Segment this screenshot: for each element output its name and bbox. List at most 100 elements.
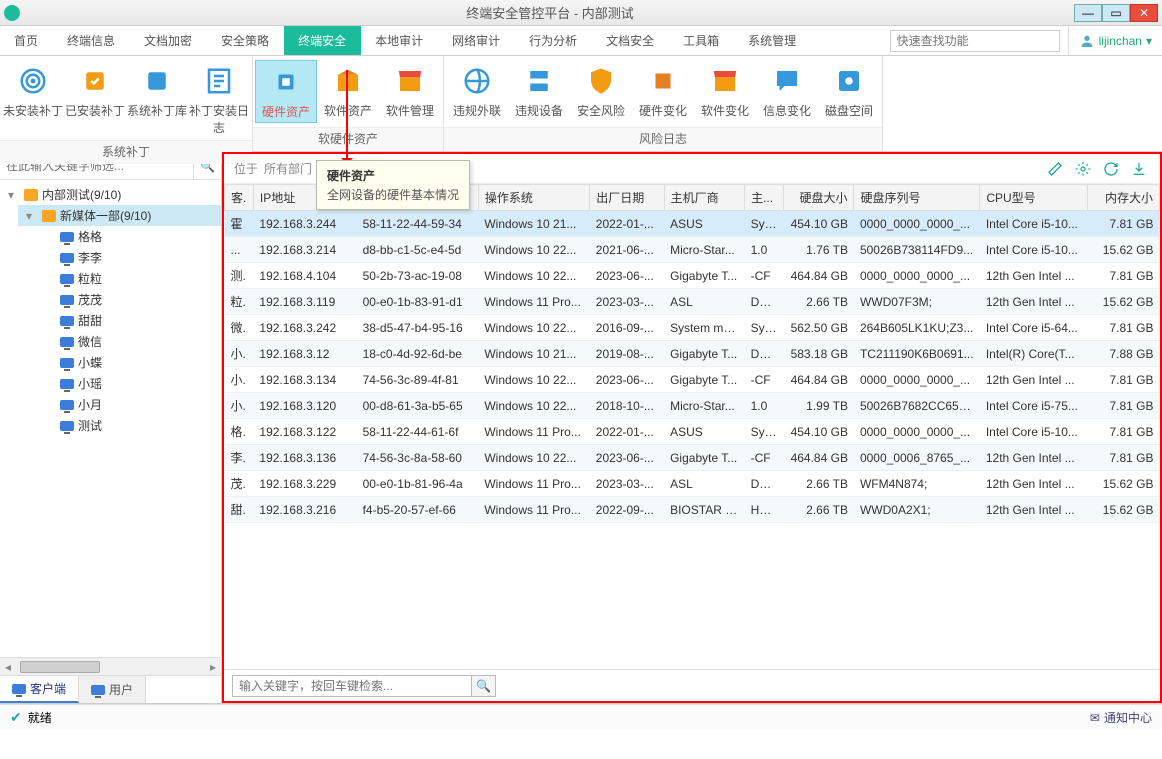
table-row[interactable]: 格.192.168.3.12258-11-22-44-61-6fWindows … — [225, 419, 1160, 445]
cell-os: Windows 10 22... — [478, 393, 589, 419]
minimize-button[interactable]: — — [1074, 4, 1102, 22]
ribbon-chip[interactable]: 系统补丁库 — [126, 60, 188, 136]
tree-leaf[interactable]: 李李 — [36, 247, 221, 268]
ribbon-label: 安全风险 — [577, 102, 625, 119]
ribbon-server-warn[interactable]: 违规设备 — [508, 60, 570, 123]
ribbon-bubble-warn[interactable]: 信息变化 — [756, 60, 818, 123]
data-table-wrap[interactable]: 客.IP地址MAC地址操作系统出厂日期主机厂商主...硬盘大小硬盘序列号CPU型… — [224, 184, 1160, 669]
table-row[interactable]: 小.192.168.3.1218-c0-4d-92-6d-beWindows 1… — [225, 341, 1160, 367]
col-header[interactable]: 主... — [745, 185, 784, 211]
tree-leaf[interactable]: 小瑶 — [36, 373, 221, 394]
refresh-button[interactable] — [1100, 158, 1122, 180]
table-row[interactable]: 测.192.168.4.10450-2b-73-ac-19-08Windows … — [225, 263, 1160, 289]
tree-leaf[interactable]: 茂茂 — [36, 289, 221, 310]
col-header[interactable]: 硬盘序列号 — [854, 185, 980, 211]
export-button[interactable] — [1128, 158, 1150, 180]
cell-os: Windows 10 22... — [478, 445, 589, 471]
tree-root[interactable]: ▾ 内部测试(9/10) — [0, 184, 221, 205]
table-row[interactable]: 李.192.168.3.13674-56-3c-8a-58-60Windows … — [225, 445, 1160, 471]
cell-os: Windows 11 Pro... — [478, 497, 589, 523]
table-row[interactable]: 小.192.168.3.12000-d8-61-3a-b5-65Windows … — [225, 393, 1160, 419]
cell-n: 李. — [225, 445, 254, 471]
ribbon-disk-warn[interactable]: 磁盘空间 — [818, 60, 880, 123]
ribbon-package[interactable]: 软件资产 — [317, 60, 379, 123]
col-header[interactable]: 硬盘大小 — [784, 185, 854, 211]
cell-hdd: 454.10 GB — [784, 419, 854, 445]
tree-leaf[interactable]: 小月 — [36, 394, 221, 415]
mail-icon: ✉ — [1090, 711, 1100, 725]
table-row[interactable]: 茂.192.168.3.22900-e0-1b-81-96-4aWindows … — [225, 471, 1160, 497]
edit-button[interactable] — [1044, 158, 1066, 180]
menu-tab-4[interactable]: 终端安全 — [284, 26, 361, 55]
ribbon-cpu-warn[interactable]: 硬件变化 — [632, 60, 694, 123]
tree-leaf[interactable]: 粒粒 — [36, 268, 221, 289]
cell-os: Windows 10 22... — [478, 367, 589, 393]
cell-ip: 192.168.3.242 — [253, 315, 356, 341]
cell-date: 2022-01-... — [590, 419, 664, 445]
store-icon — [393, 64, 427, 98]
ribbon-shield[interactable]: 安全风险 — [570, 60, 632, 123]
cell-ip: 192.168.4.104 — [253, 263, 356, 289]
menu-tab-1[interactable]: 终端信息 — [53, 26, 130, 55]
tree-leaf[interactable]: 甜甜 — [36, 310, 221, 331]
tree-leaf[interactable]: 格格 — [36, 226, 221, 247]
col-header[interactable]: 客. — [225, 185, 254, 211]
cell-ip: 192.168.3.122 — [253, 419, 356, 445]
cell-date: 2022-01-... — [590, 211, 664, 237]
sidebar-tab[interactable]: 客户端 — [0, 676, 79, 703]
ribbon-target[interactable]: 未安装补丁 — [2, 60, 64, 136]
cell-mem: 7.81 GB — [1087, 393, 1159, 419]
ribbon-store[interactable]: 软件管理 — [379, 60, 441, 123]
collapse-icon[interactable]: ▾ — [26, 209, 38, 223]
menu-tab-0[interactable]: 首页 — [0, 26, 53, 55]
col-header[interactable]: CPU型号 — [980, 185, 1087, 211]
table-row[interactable]: 微.192.168.3.24238-d5-47-b4-95-16Windows … — [225, 315, 1160, 341]
menu-tab-10[interactable]: 系统管理 — [734, 26, 811, 55]
monitor-icon — [60, 232, 74, 242]
user-menu[interactable]: lijinchan ▾ — [1068, 26, 1162, 55]
settings-button[interactable] — [1072, 158, 1094, 180]
menu-tab-9[interactable]: 工具箱 — [669, 26, 734, 55]
table-row[interactable]: 霍192.168.3.24458-11-22-44-59-34Windows 1… — [225, 211, 1160, 237]
sidebar-hscroll[interactable]: ◂▸ — [0, 657, 221, 675]
menu-tab-5[interactable]: 本地审计 — [361, 26, 438, 55]
tree-leaf[interactable]: 微信 — [36, 331, 221, 352]
cell-cpu: Intel Core i5-10... — [980, 419, 1087, 445]
menu-tab-3[interactable]: 安全策略 — [207, 26, 284, 55]
menu-tab-7[interactable]: 行为分析 — [515, 26, 592, 55]
table-row[interactable]: ...192.168.3.214d8-bb-c1-5c-e4-5dWindows… — [225, 237, 1160, 263]
close-button[interactable]: ✕ — [1130, 4, 1158, 22]
col-header[interactable]: 主机厂商 — [664, 185, 744, 211]
monitor-icon — [60, 316, 74, 326]
tree-leaf[interactable]: 测试 — [36, 415, 221, 436]
cell-hddsn: TC211190K6B0691... — [854, 341, 980, 367]
table-row[interactable]: 甜.192.168.3.216f4-b5-20-57-ef-66Windows … — [225, 497, 1160, 523]
cell-hdd: 464.84 GB — [784, 367, 854, 393]
table-search-input[interactable] — [232, 675, 472, 697]
table-row[interactable]: 粒.192.168.3.11900-e0-1b-83-91-d1Windows … — [225, 289, 1160, 315]
table-search-button[interactable]: 🔍 — [472, 675, 496, 697]
collapse-icon[interactable]: ▾ — [8, 188, 20, 202]
tree-leaf[interactable]: 小蝶 — [36, 352, 221, 373]
col-header[interactable]: 操作系统 — [478, 185, 589, 211]
cell-mb: Def... — [745, 471, 784, 497]
cell-hdd: 2.66 TB — [784, 471, 854, 497]
menu-tab-8[interactable]: 文档安全 — [592, 26, 669, 55]
ribbon-cpu[interactable]: 硬件资产 — [255, 60, 317, 123]
cell-hdd: 583.18 GB — [784, 341, 854, 367]
tree-group[interactable]: ▾ 新媒体一部(9/10) — [18, 205, 221, 226]
sidebar-tab[interactable]: 用户 — [79, 676, 146, 703]
menu-tab-6[interactable]: 网络审计 — [438, 26, 515, 55]
ribbon-chip-check[interactable]: 已安装补丁 — [64, 60, 126, 136]
ribbon-list[interactable]: 补丁安装日志 — [188, 60, 250, 136]
ribbon-store-warn[interactable]: 软件变化 — [694, 60, 756, 123]
ribbon-globe-warn[interactable]: 违规外联 — [446, 60, 508, 123]
table-row[interactable]: 小.192.168.3.13474-56-3c-89-4f-81Windows … — [225, 367, 1160, 393]
col-header[interactable]: 内存大小 — [1087, 185, 1159, 211]
col-header[interactable]: 出厂日期 — [590, 185, 664, 211]
cell-mac: 74-56-3c-8a-58-60 — [357, 445, 479, 471]
maximize-button[interactable]: ▭ — [1102, 4, 1130, 22]
notification-center[interactable]: ✉ 通知中心 — [1090, 709, 1152, 726]
menu-tab-2[interactable]: 文档加密 — [130, 26, 207, 55]
quick-search-input[interactable] — [890, 30, 1060, 52]
